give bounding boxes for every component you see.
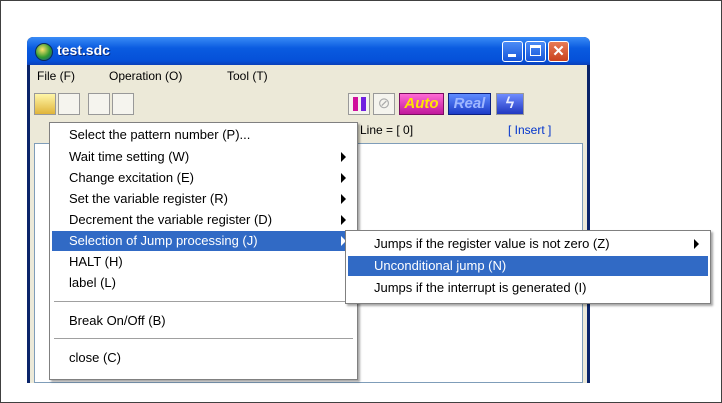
- submenu-item-unconditional-jump[interactable]: Unconditional jump (N): [348, 256, 708, 276]
- open-folder-icon[interactable]: [34, 93, 56, 115]
- menu-bar: File (F) Operation (O) Tool (T): [30, 65, 587, 87]
- lightning-icon[interactable]: ϟ: [496, 93, 524, 115]
- submenu-item-jump-not-zero[interactable]: Jumps if the register value is not zero …: [348, 234, 708, 254]
- pattern-icon[interactable]: [112, 93, 134, 115]
- window-title: test.sdc: [57, 42, 110, 58]
- submenu-arrow-icon: [341, 152, 346, 162]
- edit-icon[interactable]: [88, 93, 110, 115]
- line-indicator: Line = [ 0]: [360, 123, 414, 137]
- title-bar[interactable]: test.sdc ✕: [27, 37, 590, 65]
- menu-item-select-pattern[interactable]: Select the pattern number (P)...: [52, 125, 355, 145]
- submenu-arrow-icon: [341, 173, 346, 183]
- minimize-button[interactable]: [502, 41, 523, 62]
- save-icon[interactable]: [58, 93, 80, 115]
- minimize-icon: [508, 54, 516, 57]
- menu-operation[interactable]: Operation (O): [109, 69, 182, 83]
- menu-file[interactable]: File (F): [37, 69, 75, 83]
- auto-run-button[interactable]: Auto: [399, 93, 444, 115]
- menu-item-set-variable-register[interactable]: Set the variable register (R): [52, 189, 355, 209]
- pause-bar-right: [361, 97, 366, 111]
- real-run-button[interactable]: Real: [448, 93, 491, 115]
- menu-item-halt[interactable]: HALT (H): [52, 252, 355, 272]
- submenu-item-jump-interrupt[interactable]: Jumps if the interrupt is generated (I): [348, 278, 708, 298]
- menu-item-change-excitation[interactable]: Change excitation (E): [52, 168, 355, 188]
- disabled-stop-icon[interactable]: ⊘: [373, 93, 395, 115]
- submenu-arrow-icon: [341, 215, 346, 225]
- close-icon: ✕: [552, 43, 565, 60]
- app-globe-icon: [35, 43, 53, 61]
- maximize-icon: [530, 45, 541, 56]
- submenu-arrow-icon: [694, 239, 699, 249]
- toolbar: ⊘ Auto Real ϟ: [30, 87, 587, 121]
- submenu-arrow-icon: [341, 194, 346, 204]
- context-menu: Select the pattern number (P)... Wait ti…: [49, 122, 358, 380]
- close-button[interactable]: ✕: [548, 41, 569, 62]
- maximize-button[interactable]: [525, 41, 546, 62]
- menu-separator: [54, 301, 353, 302]
- menu-item-break[interactable]: Break On/Off (B): [52, 311, 355, 331]
- menu-tool[interactable]: Tool (T): [227, 69, 268, 83]
- insert-mode-indicator: [ Insert ]: [508, 123, 552, 137]
- menu-item-decrement-register[interactable]: Decrement the variable register (D): [52, 210, 355, 230]
- menu-item-wait-time[interactable]: Wait time setting (W): [52, 147, 355, 167]
- menu-item-jump-processing[interactable]: Selection of Jump processing (J): [52, 231, 355, 251]
- pause-bar-left: [353, 97, 358, 111]
- menu-item-close[interactable]: close (C): [52, 348, 355, 368]
- menu-separator: [54, 338, 353, 339]
- menu-item-label[interactable]: label (L): [52, 273, 355, 293]
- pause-icon[interactable]: [348, 93, 370, 115]
- jump-submenu: Jumps if the register value is not zero …: [345, 230, 711, 304]
